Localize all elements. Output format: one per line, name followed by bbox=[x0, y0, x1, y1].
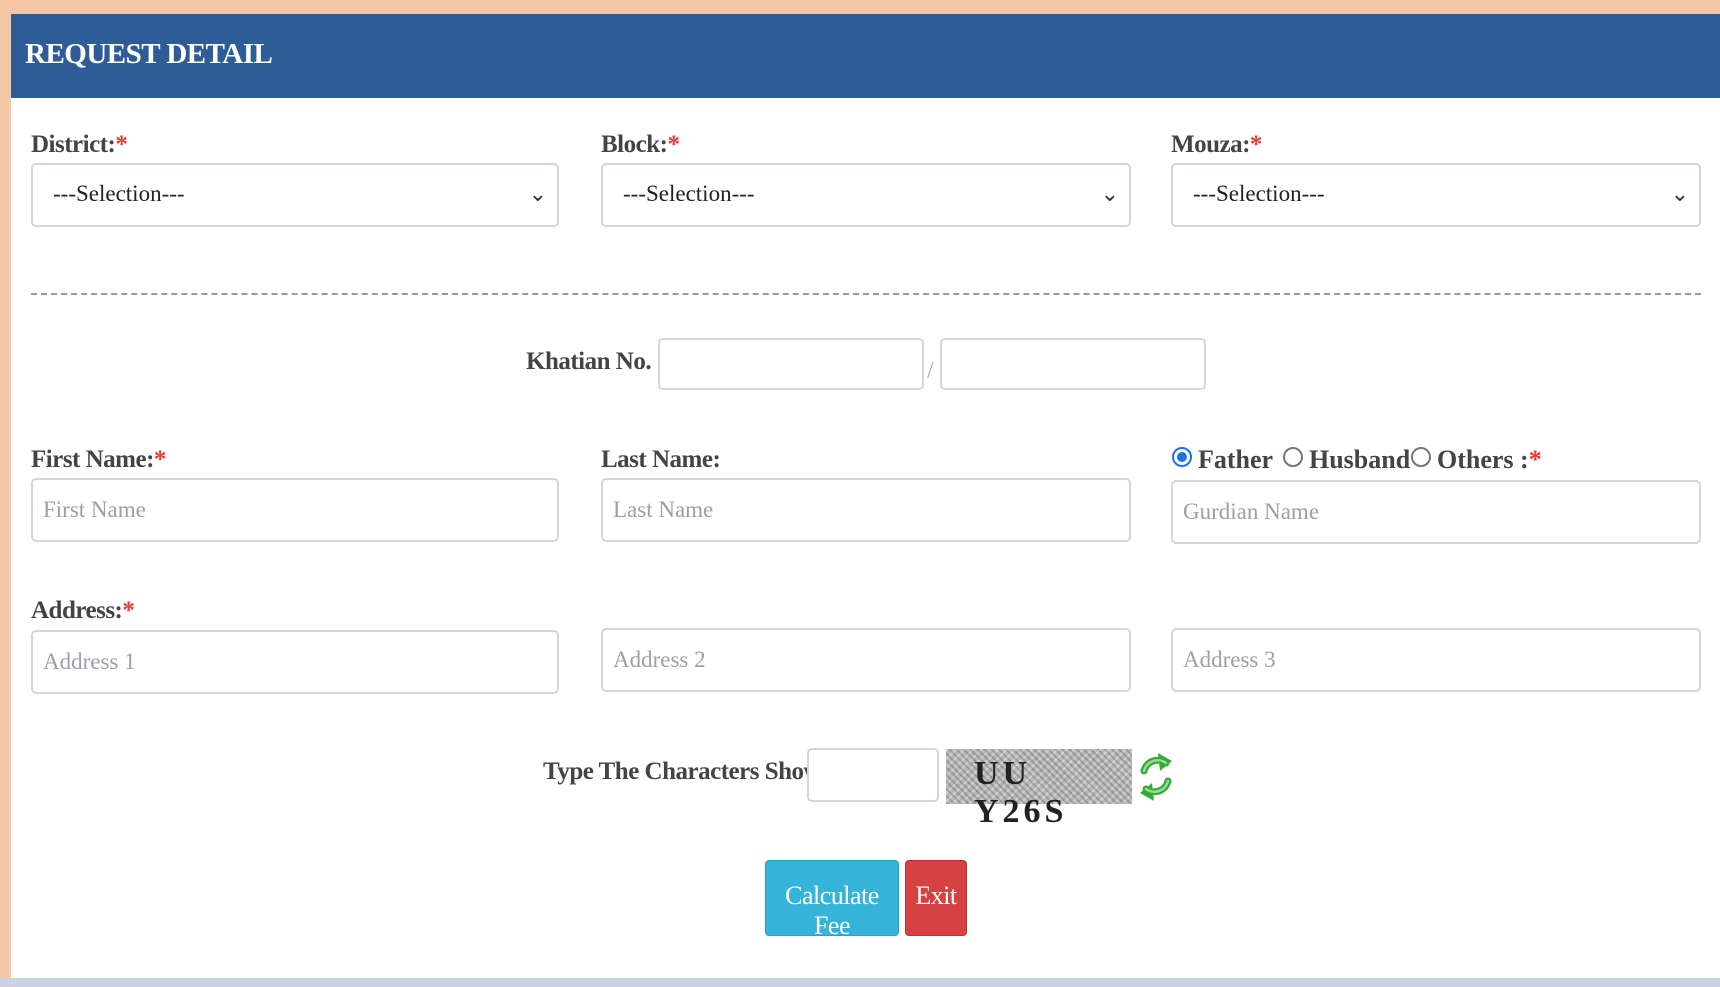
block-label: Block:* bbox=[601, 131, 680, 159]
required-mark: * bbox=[667, 131, 680, 158]
district-select[interactable]: ---Selection--- ⌄ bbox=[31, 163, 559, 227]
district-label: District:* bbox=[31, 131, 128, 159]
calculate-fee-button[interactable]: Calculate Fee bbox=[765, 860, 899, 940]
request-detail-panel: REQUEST DETAIL District:* ---Selection--… bbox=[11, 14, 1720, 978]
khatian-no-input-1[interactable] bbox=[658, 338, 924, 390]
last-name-input[interactable] bbox=[601, 478, 1131, 542]
address-label: Address:* bbox=[31, 597, 135, 625]
exit-button[interactable]: Exit bbox=[905, 860, 967, 936]
radio-husband-label[interactable]: Husband bbox=[1309, 445, 1410, 475]
panel-header: REQUEST DETAIL bbox=[11, 14, 1720, 98]
required-mark: * bbox=[122, 597, 135, 624]
chevron-down-icon: ⌄ bbox=[1100, 182, 1119, 207]
required-mark: * bbox=[115, 131, 128, 158]
mouza-selected-value: ---Selection--- bbox=[1193, 181, 1325, 206]
radio-father[interactable] bbox=[1172, 447, 1192, 467]
last-name-label-text: Last Name: bbox=[601, 446, 721, 473]
mouza-label: Mouza:* bbox=[1171, 131, 1262, 159]
khatian-label-text: Khatian No. : bbox=[526, 348, 665, 375]
radio-husband[interactable] bbox=[1283, 447, 1303, 467]
address-label-text: Address: bbox=[31, 597, 123, 624]
required-mark: * bbox=[1249, 131, 1263, 158]
chevron-down-icon: ⌄ bbox=[1670, 182, 1689, 207]
radio-others-text[interactable]: Others bbox=[1437, 445, 1514, 474]
mouza-select[interactable]: ---Selection--- ⌄ bbox=[1171, 163, 1701, 227]
captcha-label-text: Type The Characters Shown: bbox=[543, 758, 843, 785]
last-name-label: Last Name: bbox=[601, 446, 721, 474]
captcha-code: UU Y26S bbox=[974, 755, 1068, 830]
first-name-label-text: First Name: bbox=[31, 446, 154, 473]
captcha-input[interactable] bbox=[807, 748, 939, 802]
khatian-no-input-2[interactable] bbox=[940, 338, 1206, 390]
section-divider bbox=[31, 293, 1701, 295]
guardian-name-input[interactable] bbox=[1171, 480, 1701, 544]
address-3-input[interactable] bbox=[1171, 628, 1701, 692]
block-select[interactable]: ---Selection--- ⌄ bbox=[601, 163, 1131, 227]
khatian-separator: / bbox=[927, 358, 934, 384]
required-mark: * bbox=[153, 446, 167, 473]
mouza-label-text: Mouza: bbox=[1171, 131, 1250, 158]
block-selected-value: ---Selection--- bbox=[623, 181, 755, 206]
block-label-text: Block: bbox=[601, 131, 668, 158]
address-2-input[interactable] bbox=[601, 628, 1131, 692]
captcha-image: UU Y26S bbox=[946, 749, 1132, 830]
district-selected-value: ---Selection--- bbox=[53, 181, 185, 206]
radio-others-label: Others :* bbox=[1437, 445, 1542, 475]
first-name-input[interactable] bbox=[31, 478, 559, 542]
khatian-label: Khatian No. :* bbox=[526, 348, 677, 376]
first-name-label: First Name:* bbox=[31, 446, 166, 474]
page-bottom-strip bbox=[0, 978, 1720, 987]
panel-title: REQUEST DETAIL bbox=[25, 38, 273, 70]
required-mark: * bbox=[1528, 445, 1542, 474]
address-1-input[interactable] bbox=[31, 630, 559, 694]
refresh-icon[interactable] bbox=[1136, 749, 1176, 805]
radio-others[interactable] bbox=[1411, 447, 1431, 467]
guardian-colon: : bbox=[1520, 445, 1529, 474]
chevron-down-icon: ⌄ bbox=[528, 182, 547, 207]
district-label-text: District: bbox=[31, 131, 116, 158]
radio-father-label[interactable]: Father bbox=[1198, 445, 1273, 475]
